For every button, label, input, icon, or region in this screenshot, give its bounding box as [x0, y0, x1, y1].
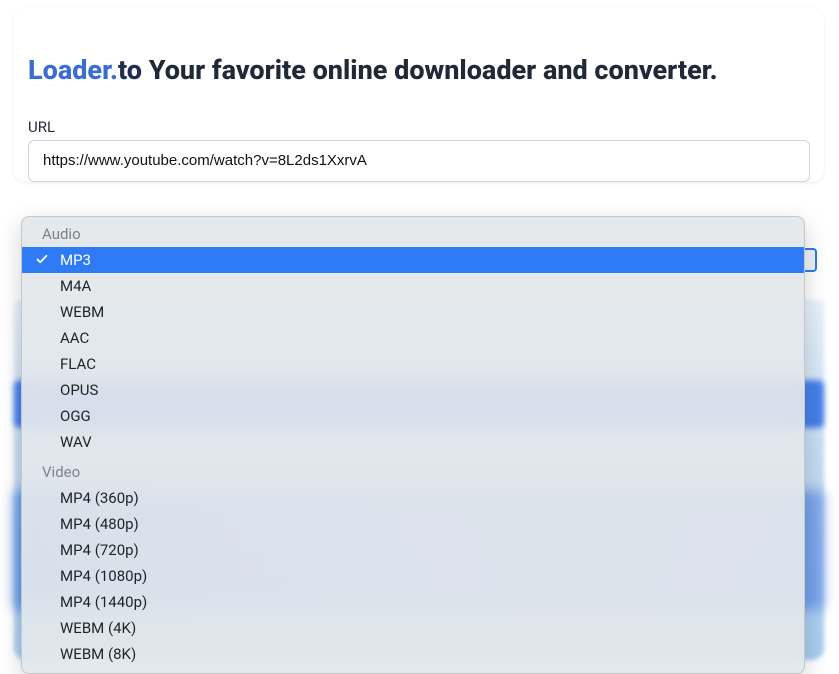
format-option-label: WEBM (4K) [60, 619, 136, 637]
format-option-label: WAV [60, 433, 92, 451]
format-option[interactable]: M4A [22, 273, 804, 299]
format-option[interactable]: MP4 (1440p) [22, 589, 804, 615]
main-card: Loader.to Your favorite online downloade… [14, 8, 824, 182]
format-option[interactable]: WAV [22, 429, 804, 455]
format-option[interactable]: OPUS [22, 377, 804, 403]
format-option[interactable]: AAC [22, 325, 804, 351]
format-option-label: WEBM (8K) [60, 645, 136, 663]
headline-rest: Your favorite online downloader and conv… [142, 54, 718, 86]
format-option[interactable]: WEBM (8K) [22, 641, 804, 667]
format-option-label: MP3 [60, 251, 91, 269]
format-option[interactable]: WEBM [22, 299, 804, 325]
url-input[interactable] [28, 140, 810, 182]
format-option[interactable]: MP4 (480p) [22, 511, 804, 537]
check-icon [36, 253, 48, 265]
url-label: URL [14, 100, 824, 140]
format-option[interactable]: MP4 (360p) [22, 485, 804, 511]
format-option[interactable]: MP3 [22, 247, 804, 273]
optgroup-label: Audio [22, 217, 804, 247]
format-option-label: AAC [60, 329, 89, 347]
format-dropdown[interactable]: Audio MP3 M4A WEBM AAC FLAC OPUS OGG WAV Video MP4… [21, 216, 805, 674]
format-option[interactable]: MP4 (720p) [22, 537, 804, 563]
format-option-label: MP4 (360p) [60, 489, 139, 507]
format-option-label: MP4 (1080p) [60, 567, 147, 585]
optgroup-label: Video [22, 455, 804, 485]
page-title: Loader.to Your favorite online downloade… [28, 52, 810, 90]
format-option-label: MP4 (720p) [60, 541, 139, 559]
format-option-label: OPUS [60, 381, 98, 399]
format-option[interactable]: FLAC [22, 351, 804, 377]
brand-part-a: Loader. [28, 54, 118, 86]
format-option-label: OGG [60, 407, 91, 425]
format-option-label: M4A [60, 277, 91, 295]
url-input-wrap [14, 140, 824, 182]
brand-part-b: to [118, 54, 142, 86]
format-option-label: MP4 (480p) [60, 515, 139, 533]
format-option[interactable]: WEBM (4K) [22, 615, 804, 641]
format-option-label: MP4 (1440p) [60, 593, 147, 611]
format-option-label: WEBM [60, 303, 104, 321]
format-option[interactable]: MP4 (1080p) [22, 563, 804, 589]
format-option-label: FLAC [60, 355, 96, 373]
format-option[interactable]: OGG [22, 403, 804, 429]
title-row: Loader.to Your favorite online downloade… [14, 8, 824, 100]
